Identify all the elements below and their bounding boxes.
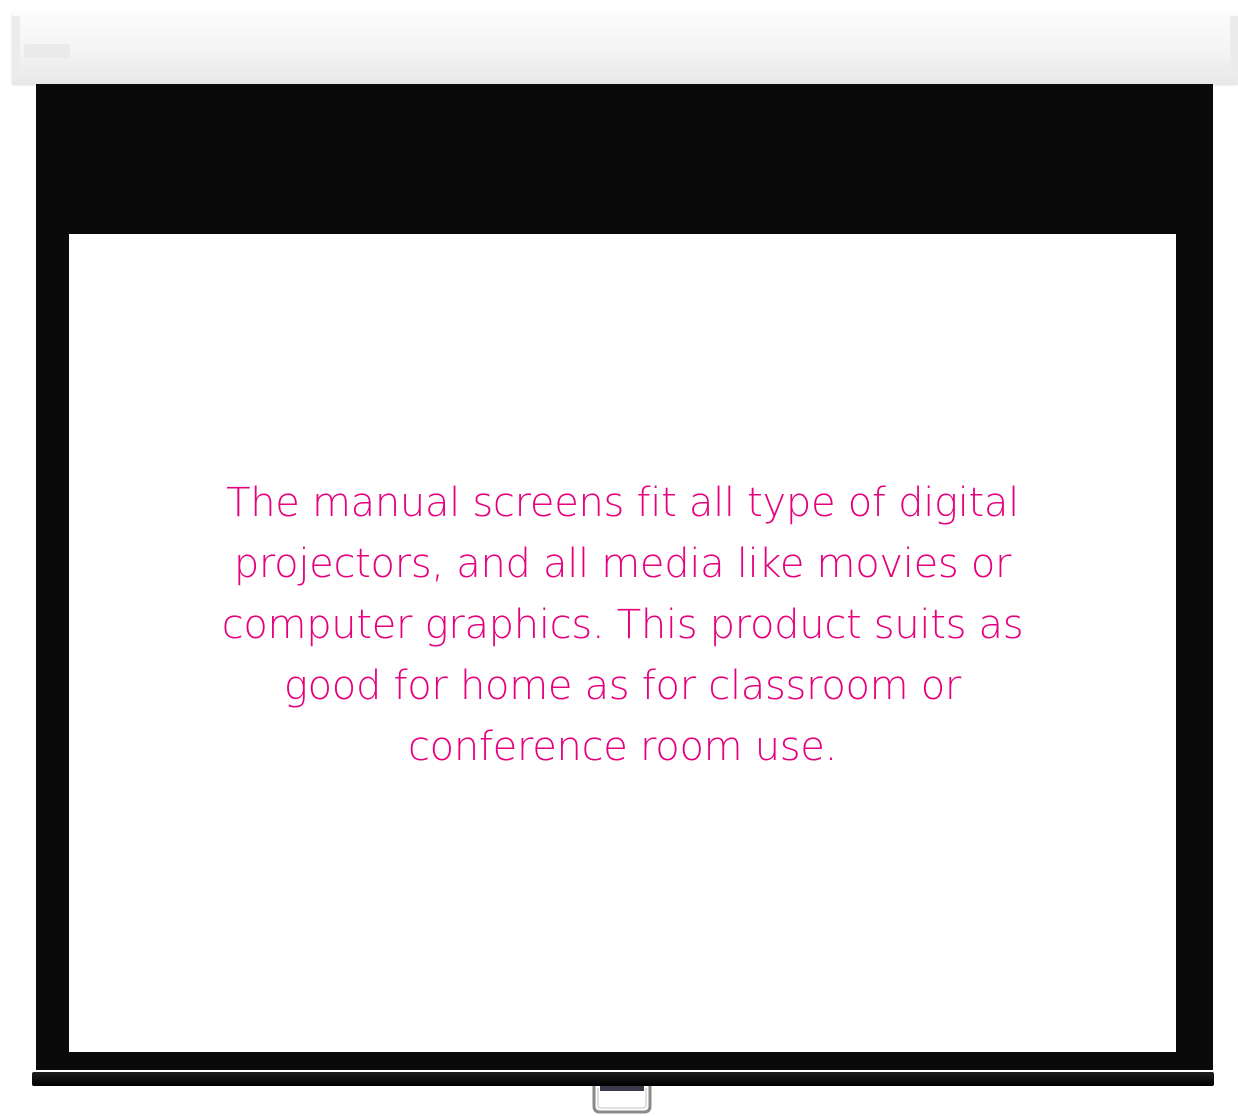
- viewing-area: The manual screens fit all type of digit…: [69, 234, 1176, 1052]
- screen-caption: The manual screens fit all type of digit…: [221, 479, 1024, 770]
- housing-end-cap-left: [12, 16, 20, 78]
- pull-handle-icon[interactable]: [588, 1084, 656, 1114]
- screen-housing: [12, 10, 1238, 84]
- housing-end-cap-right: [1230, 16, 1238, 78]
- housing-label-plate: [24, 44, 70, 58]
- screen-fabric: The manual screens fit all type of digit…: [36, 84, 1213, 1070]
